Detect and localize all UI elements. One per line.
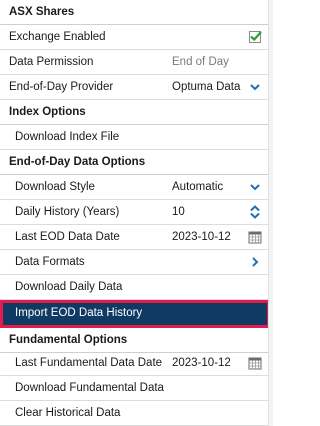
checkmark-icon [250, 31, 262, 42]
chevron-down-icon[interactable] [248, 80, 262, 94]
last-fundamental-date-value[interactable]: 2023-10-12 [172, 357, 231, 369]
last-eod-date-value[interactable]: 2023-10-12 [172, 231, 231, 243]
download-style-label: Download Style [15, 181, 95, 193]
eod-provider-row[interactable]: End-of-Day Provider Optuma Data [0, 75, 268, 100]
daily-history-value[interactable]: 10 [172, 206, 185, 218]
calendar-icon[interactable] [248, 356, 262, 370]
section-fundamental-options: Fundamental Options [0, 328, 268, 353]
last-fundamental-date-row[interactable]: Last Fundamental Data Date 2023-10-12 [0, 351, 268, 376]
import-eod-history-button[interactable]: Import EOD Data History [0, 301, 268, 326]
exchange-enabled-checkbox[interactable] [248, 30, 262, 44]
download-style-row[interactable]: Download Style Automatic [0, 175, 268, 200]
section-eod-options: End-of-Day Data Options [0, 150, 268, 175]
clear-historical-data-button[interactable]: Clear Historical Data [0, 401, 268, 426]
data-formats-label: Data Formats [15, 256, 85, 268]
checkbox-box[interactable] [249, 31, 262, 43]
data-permission-label: Data Permission [9, 56, 94, 68]
exchange-enabled-row[interactable]: Exchange Enabled [0, 25, 268, 50]
section-title: Fundamental Options [9, 334, 128, 346]
section-index-options: Index Options [0, 100, 268, 125]
daily-history-label: Daily History (Years) [15, 206, 120, 218]
import-eod-history-label: Import EOD Data History [15, 307, 143, 319]
section-title: Index Options [9, 106, 86, 118]
download-index-file-button[interactable]: Download Index File [0, 125, 268, 150]
section-asx-shares: ASX Shares [0, 0, 268, 25]
vertical-scrollbar[interactable] [268, 0, 273, 426]
download-daily-data-label: Download Daily Data [15, 281, 123, 293]
download-daily-data-button[interactable]: Download Daily Data [0, 275, 268, 300]
calendar-icon[interactable] [248, 230, 262, 244]
daily-history-row[interactable]: Daily History (Years) 10 [0, 200, 268, 225]
download-index-file-label: Download Index File [15, 131, 120, 143]
data-permission-row: Data Permission End of Day [0, 50, 268, 75]
data-formats-row[interactable]: Data Formats [0, 250, 268, 275]
section-title: End-of-Day Data Options [9, 156, 146, 168]
last-eod-date-row[interactable]: Last EOD Data Date 2023-10-12 [0, 225, 268, 250]
chevron-down-icon[interactable] [248, 180, 262, 194]
download-fundamental-data-button[interactable]: Download Fundamental Data [0, 376, 268, 401]
download-style-value[interactable]: Automatic [172, 181, 223, 193]
download-fundamental-data-label: Download Fundamental Data [15, 382, 164, 394]
exchange-enabled-label: Exchange Enabled [9, 31, 106, 43]
section-title: ASX Shares [9, 6, 75, 18]
chevron-right-icon[interactable] [248, 255, 262, 269]
spinner-updown-icon[interactable] [248, 205, 262, 219]
eod-provider-value[interactable]: Optuma Data [172, 81, 240, 93]
data-permission-value: End of Day [172, 56, 229, 68]
clear-historical-data-label: Clear Historical Data [15, 407, 121, 419]
